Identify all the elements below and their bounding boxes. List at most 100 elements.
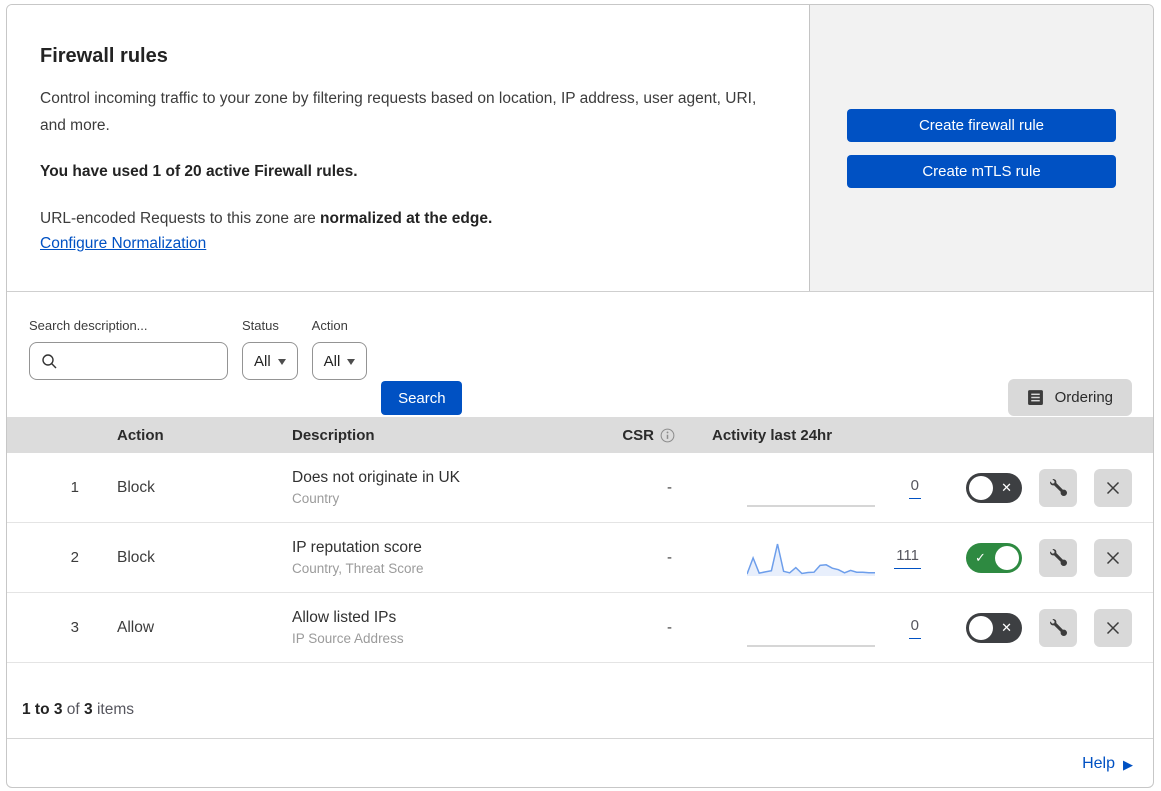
rule-controls: ✓ ✕ xyxy=(927,468,1153,507)
edit-rule-button[interactable] xyxy=(1039,608,1077,647)
rule-criteria: Country, Threat Score xyxy=(292,561,424,576)
help-label: Help xyxy=(1082,755,1115,772)
rule-description: Does not originate in UK xyxy=(292,469,461,486)
page-description: Control incoming traffic to your zone by… xyxy=(40,90,757,134)
col-description: Description xyxy=(292,426,375,444)
activity-sparkline xyxy=(747,504,875,507)
rule-action: Block xyxy=(117,478,155,496)
help-section: Help ▶ xyxy=(7,739,1153,787)
close-icon xyxy=(1106,551,1120,564)
filter-bar: Search description... Status All Action … xyxy=(7,292,1153,417)
status-dropdown[interactable]: All xyxy=(242,342,298,380)
x-icon: ✕ xyxy=(1001,619,1012,635)
rule-description-cell: IP reputation score Country, Threat Scor… xyxy=(267,539,597,576)
rule-priority: 1 xyxy=(70,479,79,496)
activity-sparkline xyxy=(747,644,875,647)
rule-priority: 3 xyxy=(70,619,79,636)
info-icon[interactable] xyxy=(660,428,675,443)
header-text-block: Firewall rules Control incoming traffic … xyxy=(7,5,810,291)
items-total: 3 xyxy=(84,701,93,718)
help-link[interactable]: Help ▶ xyxy=(1082,755,1133,773)
rule-activity-cell: 111 xyxy=(697,539,927,577)
toggle-knob xyxy=(969,475,993,500)
page-title: Firewall rules xyxy=(40,45,168,67)
table-row: 3 Allow Allow listed IPs IP Source Addre… xyxy=(7,593,1153,663)
normalization-note: URL-encoded Requests to this zone are no… xyxy=(40,210,769,228)
action-dropdown[interactable]: All xyxy=(311,342,368,380)
rule-controls: ✓ ✕ xyxy=(927,538,1153,577)
rule-enable-toggle[interactable]: ✓ ✕ xyxy=(966,472,1022,503)
check-icon: ✓ xyxy=(975,549,986,565)
csr-label: CSR xyxy=(622,426,654,444)
rule-enable-toggle[interactable]: ✓ ✕ xyxy=(966,612,1022,643)
x-icon: ✕ xyxy=(1001,479,1012,495)
table-row: 2 Block IP reputation score Country, Thr… xyxy=(7,523,1153,593)
rule-csr: - xyxy=(667,549,672,566)
action-value: All xyxy=(323,352,341,370)
rule-description: IP reputation score xyxy=(292,539,422,556)
rule-criteria: Country xyxy=(292,491,340,506)
rule-controls: ✓ ✕ xyxy=(927,608,1153,647)
activity-count-link[interactable]: 0 xyxy=(908,617,921,639)
table-row: 1 Block Does not originate in UK Country… xyxy=(7,453,1153,523)
pagination-summary: 1 to 3 of 3 items xyxy=(7,663,1153,739)
search-button[interactable]: Search xyxy=(381,381,463,415)
wrench-icon xyxy=(1049,549,1067,566)
close-icon xyxy=(1106,481,1120,494)
firewall-rules-card: Firewall rules Control incoming traffic … xyxy=(6,4,1154,788)
action-filter-group: Action All xyxy=(311,318,368,380)
activity-count-link[interactable]: 111 xyxy=(894,547,921,569)
search-input[interactable] xyxy=(66,352,227,370)
rule-csr: - xyxy=(667,619,672,636)
rule-description-cell: Allow listed IPs IP Source Address xyxy=(267,609,597,646)
rule-description-cell: Does not originate in UK Country xyxy=(267,469,597,506)
col-action: Action xyxy=(117,426,164,444)
ordering-button[interactable]: Ordering xyxy=(1007,379,1132,416)
create-firewall-rule-button[interactable]: Create firewall rule xyxy=(847,108,1116,142)
toggle-knob xyxy=(969,615,993,640)
normalization-bold: normalized at the edge. xyxy=(320,210,493,227)
search-icon xyxy=(42,353,57,368)
delete-rule-button[interactable] xyxy=(1094,468,1132,507)
status-label: Status xyxy=(242,318,279,333)
close-icon xyxy=(1106,621,1120,634)
col-activity: Activity last 24hr xyxy=(712,426,833,444)
ordering-label: Ordering xyxy=(1054,389,1113,406)
items-range: 1 to 3 xyxy=(22,701,63,718)
action-label: Action xyxy=(311,318,348,333)
rule-criteria: IP Source Address xyxy=(292,631,404,646)
col-csr: CSR xyxy=(597,427,697,444)
delete-rule-button[interactable] xyxy=(1094,608,1132,647)
activity-sparkline xyxy=(747,539,875,576)
activity-count-link[interactable]: 0 xyxy=(908,477,921,499)
rule-action: Block xyxy=(117,548,155,566)
search-box xyxy=(29,342,228,380)
items-text: items xyxy=(96,701,135,718)
delete-rule-button[interactable] xyxy=(1094,538,1132,577)
toggle-knob xyxy=(995,545,1019,570)
wrench-icon xyxy=(1049,619,1067,636)
rule-description: Allow listed IPs xyxy=(292,609,397,626)
chevron-down-icon xyxy=(277,359,286,365)
configure-normalization-link[interactable]: Configure Normalization xyxy=(40,235,206,252)
arrow-right-icon: ▶ xyxy=(1123,756,1133,772)
table-header: Action Description CSR Activity last 24h… xyxy=(7,417,1153,453)
search-group: Search description... xyxy=(29,318,228,380)
of-text: of xyxy=(66,701,80,718)
rule-activity-cell: 0 xyxy=(697,609,927,647)
chevron-down-icon xyxy=(347,359,356,365)
status-filter-group: Status All xyxy=(242,318,298,380)
actions-panel: Create firewall rule Create mTLS rule xyxy=(810,5,1153,291)
header-section: Firewall rules Control incoming traffic … xyxy=(7,5,1153,292)
ordering-list-icon xyxy=(1027,390,1043,405)
rule-activity-cell: 0 xyxy=(697,469,927,507)
rule-priority: 2 xyxy=(70,549,79,566)
edit-rule-button[interactable] xyxy=(1039,538,1077,577)
usage-summary: You have used 1 of 20 active Firewall ru… xyxy=(40,163,358,180)
normalization-text: URL-encoded Requests to this zone are xyxy=(40,210,316,227)
create-mtls-rule-button[interactable]: Create mTLS rule xyxy=(847,154,1116,188)
edit-rule-button[interactable] xyxy=(1039,468,1077,507)
status-value: All xyxy=(254,352,271,370)
rule-enable-toggle[interactable]: ✓ ✕ xyxy=(966,542,1022,573)
rule-csr: - xyxy=(667,479,672,496)
